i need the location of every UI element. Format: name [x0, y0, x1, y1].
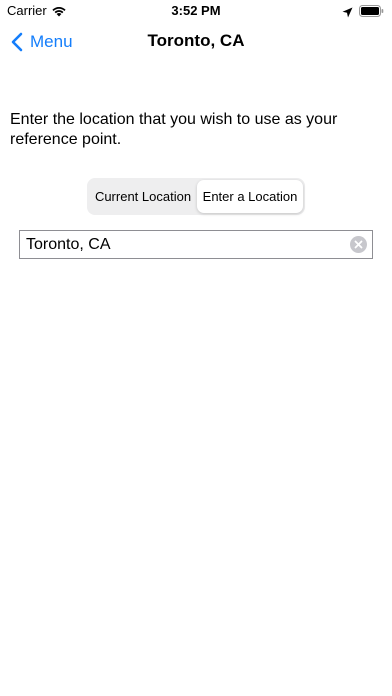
status-time: 3:52 PM [171, 3, 221, 18]
segment-current-location[interactable]: Current Location [89, 180, 197, 213]
location-mode-segmented-control: Current Location Enter a Location [87, 178, 305, 215]
location-field [19, 230, 373, 259]
instruction-text: Enter the location that you wish to use … [10, 111, 338, 148]
location-input[interactable] [20, 231, 340, 258]
status-right [342, 4, 384, 17]
location-arrow-icon [342, 5, 353, 17]
segment-enter-a-location[interactable]: Enter a Location [197, 180, 303, 213]
navigation-bar: Menu Toronto, CA [0, 22, 392, 62]
page-title: Toronto, CA [147, 31, 245, 50]
clear-icon[interactable] [350, 236, 367, 253]
battery-icon [359, 4, 384, 17]
status-bar: Carrier 3:52 PM [0, 0, 392, 22]
